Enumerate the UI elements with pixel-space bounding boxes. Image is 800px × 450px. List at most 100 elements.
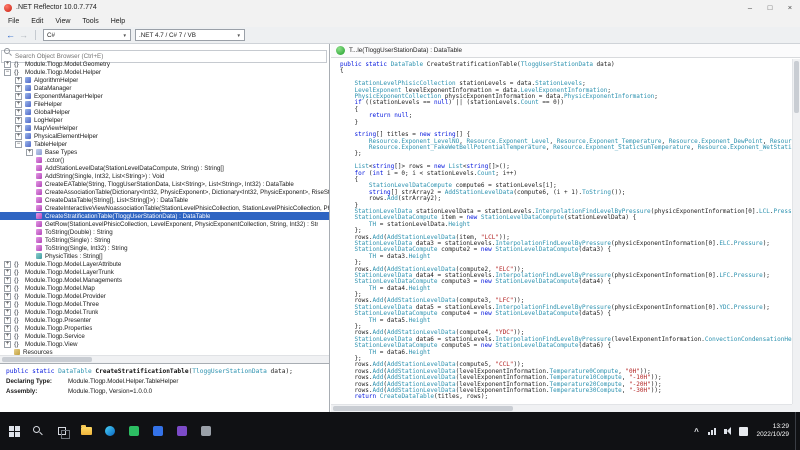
code-link[interactable]: Pressure	[734, 240, 763, 247]
tree-item[interactable]: +Module.Tlogp.Model.Three	[0, 300, 329, 308]
tree-item[interactable]: CreateInteractiveViewNoassociationTable(…	[0, 204, 329, 212]
tree-item[interactable]: +Module.Tlogp.Properties	[0, 324, 329, 332]
tree-item[interactable]: Resources	[0, 348, 329, 355]
tree-item-selected[interactable]: CreateStratificationTable(TloggUserStati…	[0, 212, 329, 220]
back-button[interactable]: ←	[6, 31, 15, 40]
expand-icon[interactable]: +	[4, 317, 11, 324]
expand-icon[interactable]: +	[15, 77, 22, 84]
tree-item[interactable]: ToString(Single) : String	[0, 236, 329, 244]
tree-item[interactable]: +Module.Tlogp.Model.Geometry	[0, 60, 329, 68]
tree-item[interactable]: +Module.Tlogp.Model.LayerTrunk	[0, 268, 329, 276]
task-view-button[interactable]	[50, 412, 74, 450]
tree-item[interactable]: +Module.Tlogp.Model.Managements	[0, 276, 329, 284]
green-app-button[interactable]	[122, 412, 146, 450]
tree-item[interactable]: +Module.Tlogp.Presenter	[0, 316, 329, 324]
expand-icon[interactable]: +	[4, 309, 11, 316]
tree-item[interactable]: −Module.Tlogp.Model.Helper	[0, 68, 329, 76]
code-horizontal-scrollbar[interactable]	[331, 404, 792, 412]
expand-icon[interactable]: +	[15, 109, 22, 116]
forward-button[interactable]: →	[19, 31, 28, 40]
code-link[interactable]: Resource.Exponent_WetStaticSumTemperatur…	[698, 144, 792, 151]
code-link[interactable]: PhysicExponentInformation	[564, 93, 654, 100]
code-link[interactable]: AddStationLevelData	[445, 189, 514, 196]
tree-item[interactable]: ToString(Single, Int32) : String	[0, 244, 329, 252]
tree-item[interactable]: +ExponentManagerHelper	[0, 92, 329, 100]
code-link[interactable]: Pressure	[774, 208, 792, 215]
menu-item-tools[interactable]: Tools	[76, 18, 104, 25]
tree-item[interactable]: +Module.Tlogp.Model.Provider	[0, 292, 329, 300]
code-link[interactable]: ToString	[582, 189, 611, 196]
tree-item[interactable]: +Module.Tlogp.Service	[0, 332, 329, 340]
file-explorer-button[interactable]	[74, 412, 98, 450]
maximize-button[interactable]: □	[760, 0, 780, 15]
tree-item[interactable]: PhysicTitles : String[]	[0, 252, 329, 260]
tree-item[interactable]: +FileHelper	[0, 100, 329, 108]
code-link[interactable]: Height	[448, 221, 470, 228]
code-link[interactable]: Resource.Exponent_FakeWetBellPotentialTe…	[369, 144, 546, 151]
expand-icon[interactable]: +	[15, 117, 22, 124]
start-button[interactable]	[2, 412, 26, 450]
network-icon[interactable]	[714, 428, 716, 435]
tree-item[interactable]: +Module.Tlogp.Model.Map	[0, 284, 329, 292]
code-link[interactable]: StationLevelDataCompute	[495, 310, 578, 317]
expand-icon[interactable]: +	[15, 125, 22, 132]
tree-item[interactable]: +PhysicalElementHelper	[0, 132, 329, 140]
volume-icon[interactable]	[724, 429, 727, 434]
visual-studio-button[interactable]	[170, 412, 194, 450]
tree-item[interactable]: AddString(Single, Int32, List<String>) :…	[0, 172, 329, 180]
ime-icon[interactable]	[739, 427, 748, 436]
code-link[interactable]: Height	[409, 349, 431, 356]
expand-icon[interactable]: +	[4, 293, 11, 300]
menu-item-view[interactable]: View	[49, 18, 76, 25]
code-link[interactable]: ConvectionCondensationHeightLevelData	[705, 336, 792, 343]
scrollbar-thumb[interactable]	[2, 357, 92, 362]
tree-item[interactable]: CreateEATable(String, TloggUserStationDa…	[0, 180, 329, 188]
expand-icon[interactable]: +	[4, 325, 11, 332]
search-button[interactable]	[26, 412, 50, 450]
expand-icon[interactable]: +	[4, 261, 11, 268]
edge-button[interactable]	[98, 412, 122, 450]
code-link[interactable]: Height	[409, 253, 431, 260]
expand-icon[interactable]: +	[4, 285, 11, 292]
code-link[interactable]: Pressure	[734, 272, 763, 279]
collapse-icon[interactable]: −	[4, 69, 11, 76]
tree-item[interactable]: ToString(Double) : String	[0, 228, 329, 236]
minimize-button[interactable]: –	[740, 0, 760, 15]
blue-app-button[interactable]	[146, 412, 170, 450]
tree-item[interactable]: −TableHelper	[0, 140, 329, 148]
expand-icon[interactable]: +	[15, 101, 22, 108]
tree-item[interactable]: +DataManager	[0, 84, 329, 92]
code-link[interactable]: Temperature30Compute	[550, 387, 622, 394]
tree-item[interactable]: +AlgorithmHelper	[0, 76, 329, 84]
tree-item[interactable]: +Base Types	[0, 148, 329, 156]
code-link[interactable]: DataTable	[391, 61, 424, 68]
code-link[interactable]: ELC	[719, 240, 730, 247]
code-link[interactable]: Pressure	[734, 304, 763, 311]
collapse-icon[interactable]: −	[15, 141, 22, 148]
code-link[interactable]: Count	[477, 170, 495, 177]
menu-item-file[interactable]: File	[2, 18, 25, 25]
expand-icon[interactable]: +	[15, 133, 22, 140]
tree-item[interactable]: +LogHelper	[0, 116, 329, 124]
tree-horizontal-scrollbar[interactable]	[0, 355, 329, 363]
menu-item-help[interactable]: Help	[105, 18, 131, 25]
close-button[interactable]: ×	[780, 0, 800, 15]
expand-icon[interactable]: +	[4, 269, 11, 276]
tree-item[interactable]: CreateDataTable(String[], List<String[]>…	[0, 196, 329, 204]
expand-icon[interactable]: +	[15, 85, 22, 92]
show-desktop-button[interactable]	[795, 412, 800, 450]
expand-icon[interactable]: +	[4, 301, 11, 308]
code-link[interactable]: Count	[521, 99, 539, 106]
expand-icon[interactable]: +	[4, 277, 11, 284]
framework-select[interactable]: .NET 4.7 / C# 7 / VB ▼	[135, 29, 245, 41]
tree-item[interactable]: GetRow(StationLevelPhisicCollection, Lev…	[0, 220, 329, 228]
code-link[interactable]: Height	[409, 285, 431, 292]
tree-item[interactable]: +MapViewHelper	[0, 124, 329, 132]
code-link[interactable]: StationLevelDataCompute	[495, 246, 578, 253]
taskbar-clock[interactable]: 13:29 2022/10/29	[756, 423, 789, 439]
code-link[interactable]: StationLevelDataCompute	[481, 214, 564, 221]
scrollbar-thumb[interactable]	[333, 406, 513, 411]
menu-item-edit[interactable]: Edit	[25, 18, 49, 25]
expand-icon[interactable]: +	[4, 333, 11, 340]
code-link[interactable]: Resource.Exponent_StaticSumTemperature	[553, 144, 690, 151]
